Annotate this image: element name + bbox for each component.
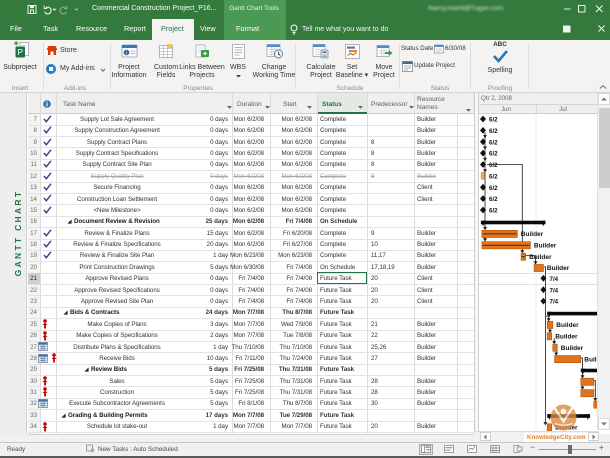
svg-text:Builder: Builder: [529, 254, 552, 261]
svg-text:7/4: 7/4: [550, 287, 559, 294]
svg-text:Builder: Builder: [584, 356, 597, 363]
svg-text:Builder: Builder: [547, 265, 570, 272]
svg-text:Builder: Builder: [555, 334, 578, 341]
svg-text:7/4: 7/4: [550, 299, 559, 306]
svg-text:Builder: Builder: [556, 322, 579, 329]
svg-text:P: P: [17, 47, 23, 57]
svg-text:6/2: 6/2: [489, 139, 498, 146]
svg-text:6/2: 6/2: [489, 128, 498, 135]
svg-text:7/4: 7/4: [550, 276, 559, 283]
svg-text:6/2: 6/2: [489, 185, 498, 192]
svg-text:6/2: 6/2: [489, 151, 498, 158]
svg-text:6/2: 6/2: [489, 117, 498, 124]
svg-text:6/2: 6/2: [489, 174, 498, 181]
svg-text:6/2: 6/2: [489, 196, 498, 203]
svg-text:Builder: Builder: [534, 243, 557, 250]
svg-text:6/2: 6/2: [489, 162, 498, 169]
svg-text:Builder: Builder: [561, 345, 584, 352]
svg-text:Builder: Builder: [521, 231, 544, 238]
svg-text:6/2: 6/2: [489, 208, 498, 215]
